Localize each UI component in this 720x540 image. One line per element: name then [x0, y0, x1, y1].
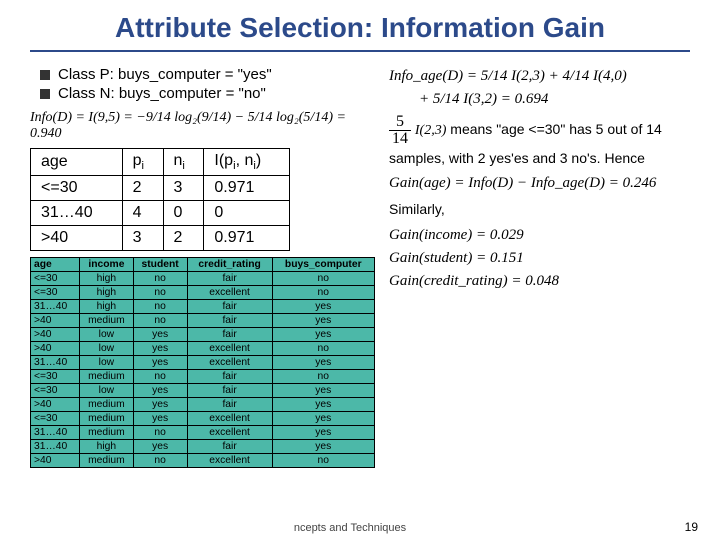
gain-age-formula: Gain(age) = Info(D) − Info_age(D) = 0.24…	[389, 175, 690, 192]
training-data-table: age income student credit_rating buys_co…	[30, 257, 375, 468]
infoage-formula-1: Info_age(D) = 5/14 I(2,3) + 4/14 I(4,0)	[389, 68, 690, 85]
th-ipn: I(pi, ni)	[204, 149, 290, 176]
bullet-icon	[40, 70, 50, 80]
explanation-text: 514 I(2,3) means "age <=30" has 5 out of…	[389, 114, 690, 169]
title-rule	[30, 50, 690, 52]
gain-student: Gain(student) = 0.151	[389, 250, 690, 267]
page-number: 19	[685, 520, 698, 534]
bullet-icon	[40, 89, 50, 99]
th-ni: ni	[163, 149, 204, 176]
age-summary-table: age pi ni I(pi, ni) <=30230.971 31…40400…	[30, 148, 290, 251]
entropy-formula: Info(D) = I(9,5) = −9/14 log₂(9/14) − 5/…	[30, 110, 375, 142]
bullet-n: Class N: buys_computer = "no"	[58, 85, 266, 102]
slide-title: Attribute Selection: Information Gain	[30, 12, 690, 44]
th-pi: pi	[122, 149, 163, 176]
class-bullets: Class P: buys_computer = "yes" Class N: …	[40, 66, 375, 102]
infoage-formula-2: + 5/14 I(3,2) = 0.694	[419, 91, 690, 108]
similarly-label: Similarly,	[389, 198, 690, 220]
footer-text: ncepts and Techniques	[0, 522, 700, 534]
gain-income: Gain(income) = 0.029	[389, 227, 690, 244]
gain-credit: Gain(credit_rating) = 0.048	[389, 273, 690, 290]
bullet-p: Class P: buys_computer = "yes"	[58, 66, 272, 83]
th-age: age	[31, 149, 123, 176]
